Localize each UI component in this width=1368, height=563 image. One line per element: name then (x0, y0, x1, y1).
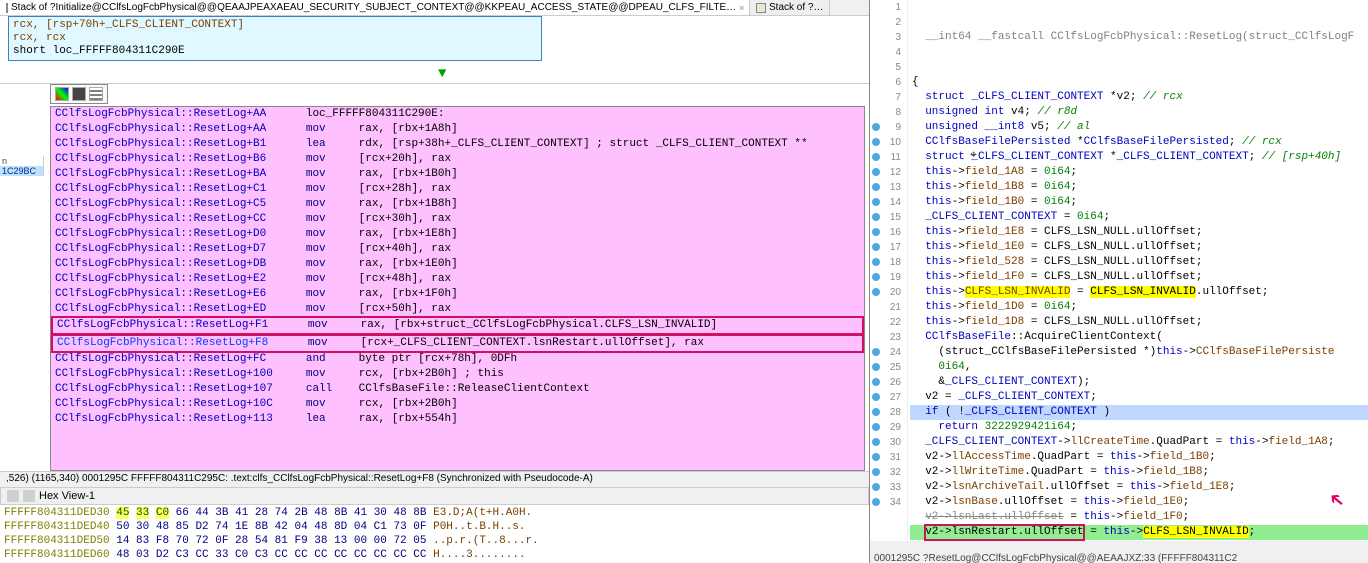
graph-line: rcx, rcx (13, 32, 66, 44)
code-line[interactable]: this->field_1A8 = 0i64; (910, 165, 1368, 180)
code-line[interactable]: this->field_1D8 = CLFS_LSN_NULL.ullOffse… (910, 315, 1368, 330)
disasm-line[interactable]: CClfsLogFcbPhysical::ResetLog+FC and byt… (51, 352, 864, 367)
code-line[interactable]: 0i64, (910, 360, 1368, 375)
code-line[interactable]: &_CLFS_CLIENT_CONTEXT); (910, 375, 1368, 390)
grid-icon[interactable] (89, 87, 103, 101)
disasm-listing[interactable]: CClfsLogFcbPhysical::ResetLog+AA loc_FFF… (50, 106, 865, 471)
code-line[interactable]: CClfsBaseFilePersisted *CClfsBaseFilePer… (910, 135, 1368, 150)
code-line[interactable]: (struct_CClfsBaseFilePersisted *)this->C… (910, 345, 1368, 360)
disasm-area: n 1C29BC CClfsLogFcbPhysical::ResetLog+A… (0, 84, 869, 471)
stack-icon (756, 3, 766, 13)
code-line[interactable]: v2->lsnRestart.ullOffset = this->CLFS_LS… (910, 525, 1368, 540)
tab-stack-0[interactable]: Stack of ?Initialize@CClfsLogFcbPhysical… (0, 0, 750, 15)
status-bar: ,526) (1165,340) 0001295C FFFFF804311C29… (0, 471, 869, 487)
tab-label: Stack of ?… (769, 2, 823, 13)
tab-stack-1[interactable]: Stack of ?… (750, 0, 830, 15)
hex-row[interactable]: FFFFF804311DED60 48 03 D2 C3 CC 33 C0 C3… (4, 548, 865, 562)
code-line[interactable]: v2->lsnBase.ullOffset = this->field_1E0; (910, 495, 1368, 510)
code-line[interactable]: v2->lsnArchiveTail.ullOffset = this->fie… (910, 480, 1368, 495)
code-line[interactable]: this->field_1F0 = CLFS_LSN_NULL.ullOffse… (910, 270, 1368, 285)
code-line[interactable]: struct _CLFS_CLIENT_CONTEXT *v2; // rcx (910, 90, 1368, 105)
disasm-line[interactable]: CClfsLogFcbPhysical::ResetLog+C5 mov rax… (51, 197, 864, 212)
code-line[interactable]: this->field_1B0 = 0i64; (910, 195, 1368, 210)
graph-area[interactable]: rcx, [rsp+70h+_CLFS_CLIENT_CONTEXT] rcx,… (0, 16, 869, 84)
code-line[interactable]: return 3222929421i64; (910, 420, 1368, 435)
disasm-line[interactable]: CClfsLogFcbPhysical::ResetLog+AA mov rax… (51, 122, 864, 137)
mini-nav[interactable]: n 1C29BC (0, 156, 44, 176)
code-line[interactable]: struct _CLFS_CLIENT_CONTEXT *_CLFS_CLIEN… (910, 150, 1368, 165)
code-line[interactable]: v2->eState &= ~0x20u; (910, 540, 1368, 541)
tab-label: Stack of ?Initialize@CClfsLogFcbPhysical… (11, 2, 736, 13)
code-line[interactable]: { (910, 75, 1368, 90)
disasm-line[interactable]: CClfsLogFcbPhysical::ResetLog+C1 mov [rc… (51, 182, 864, 197)
disasm-line[interactable]: CClfsLogFcbPhysical::ResetLog+CC mov [rc… (51, 212, 864, 227)
disasm-line[interactable]: CClfsLogFcbPhysical::ResetLog+100 mov rc… (51, 367, 864, 382)
disasm-line[interactable]: CClfsLogFcbPhysical::ResetLog+10C mov rc… (51, 397, 864, 412)
flow-arrow-icon: ▼ (438, 66, 446, 82)
code-line[interactable]: _CLFS_CLIENT_CONTEXT = 0i64; (910, 210, 1368, 225)
graph-line: rcx, [rsp+70h+_CLFS_CLIENT_CONTEXT] (13, 19, 244, 31)
disasm-line[interactable]: CClfsLogFcbPhysical::ResetLog+ED mov [rc… (51, 302, 864, 317)
disasm-line[interactable]: CClfsLogFcbPhysical::ResetLog+BA mov rax… (51, 167, 864, 182)
disasm-line[interactable]: CClfsLogFcbPhysical::ResetLog+113 lea ra… (51, 412, 864, 427)
disasm-line[interactable]: CClfsLogFcbPhysical::ResetLog+AA loc_FFF… (51, 107, 864, 122)
disasm-line[interactable]: CClfsLogFcbPhysical::ResetLog+DB mov rax… (51, 257, 864, 272)
disasm-line[interactable]: CClfsLogFcbPhysical::ResetLog+B1 lea rdx… (51, 137, 864, 152)
code-line[interactable]: this->field_528 = CLFS_LSN_NULL.ullOffse… (910, 255, 1368, 270)
code-line[interactable]: this->field_1B8 = 0i64; (910, 180, 1368, 195)
disasm-line[interactable]: CClfsLogFcbPhysical::ResetLog+D7 mov [rc… (51, 242, 864, 257)
code-line[interactable]: CClfsBaseFile::AcquireClientContext( (910, 330, 1368, 345)
stack-icon (6, 3, 8, 13)
hex-view[interactable]: FFFFF804311DED30 45 33 C0 66 44 3B 41 28… (0, 505, 869, 563)
code-line[interactable]: v2 = _CLFS_CLIENT_CONTEXT; (910, 390, 1368, 405)
disasm-line[interactable]: CClfsLogFcbPhysical::ResetLog+D0 mov rax… (51, 227, 864, 242)
code-line[interactable]: if ( !_CLFS_CLIENT_CONTEXT ) (910, 405, 1368, 420)
hex-row[interactable]: FFFFF804311DED30 45 33 C0 66 44 3B 41 28… (4, 506, 865, 520)
pseudocode-view[interactable]: 1234567891011121314151617181920212223242… (870, 0, 1368, 541)
code-line[interactable]: unsigned int v4; // r8d (910, 105, 1368, 120)
code-line[interactable]: v2->lsnLast.ullOffset = this->field_1F0; (910, 510, 1368, 525)
hex-row[interactable]: FFFFF804311DED40 50 30 48 85 D2 74 1E 8B… (4, 520, 865, 534)
code-line[interactable]: this->field_1D0 = 0i64; (910, 300, 1368, 315)
code-line[interactable]: this->CLFS_LSN_INVALID = CLFS_LSN_INVALI… (910, 285, 1368, 300)
hex-title: Hex View-1 (39, 490, 95, 502)
disasm-line[interactable]: CClfsLogFcbPhysical::ResetLog+E2 mov [rc… (51, 272, 864, 287)
hex-row[interactable]: FFFFF804311DED50 14 83 F8 70 72 0F 28 54… (4, 534, 865, 548)
pseudo-status: 0001295C ?ResetLog@CClfsLogFcbPhysical@@… (870, 541, 1368, 563)
code-line[interactable]: this->field_1E0 = CLFS_LSN_NULL.ullOffse… (910, 240, 1368, 255)
code-line[interactable]: this->field_1E8 = CLFS_LSN_NULL.ullOffse… (910, 225, 1368, 240)
disasm-line[interactable]: CClfsLogFcbPhysical::ResetLog+B6 mov [rc… (51, 152, 864, 167)
palette-icon[interactable] (55, 87, 69, 101)
code-line[interactable]: unsigned __int8 v5; // al (910, 120, 1368, 135)
cursor-icon: ⌖ (970, 148, 977, 163)
disasm-line[interactable]: CClfsLogFcbPhysical::ResetLog+F1 mov rax… (51, 316, 864, 335)
collapse-icon[interactable] (7, 490, 19, 502)
graph-line: short loc_FFFFF804311C290E (13, 45, 185, 57)
disasm-toolbar (50, 84, 108, 104)
code-line[interactable]: _CLFS_CLIENT_CONTEXT->llCreateTime.QuadP… (910, 435, 1368, 450)
disasm-line[interactable]: CClfsLogFcbPhysical::ResetLog+E6 mov rax… (51, 287, 864, 302)
code-line[interactable]: v2->llWriteTime.QuadPart = this->field_1… (910, 465, 1368, 480)
code-line[interactable]: v2->llAccessTime.QuadPart = this->field_… (910, 450, 1368, 465)
pseudo-header: __int64 __fastcall CClfsLogFcbPhysical::… (910, 30, 1368, 45)
hex-icon (23, 490, 35, 502)
disasm-line[interactable]: CClfsLogFcbPhysical::ResetLog+107 call C… (51, 382, 864, 397)
camera-icon[interactable] (72, 87, 86, 101)
close-icon[interactable]: × (739, 3, 744, 13)
disasm-line[interactable]: CClfsLogFcbPhysical::ResetLog+F8 mov [rc… (51, 334, 864, 353)
hex-header: Hex View-1 (0, 487, 869, 505)
tab-bar: Stack of ?Initialize@CClfsLogFcbPhysical… (0, 0, 869, 16)
